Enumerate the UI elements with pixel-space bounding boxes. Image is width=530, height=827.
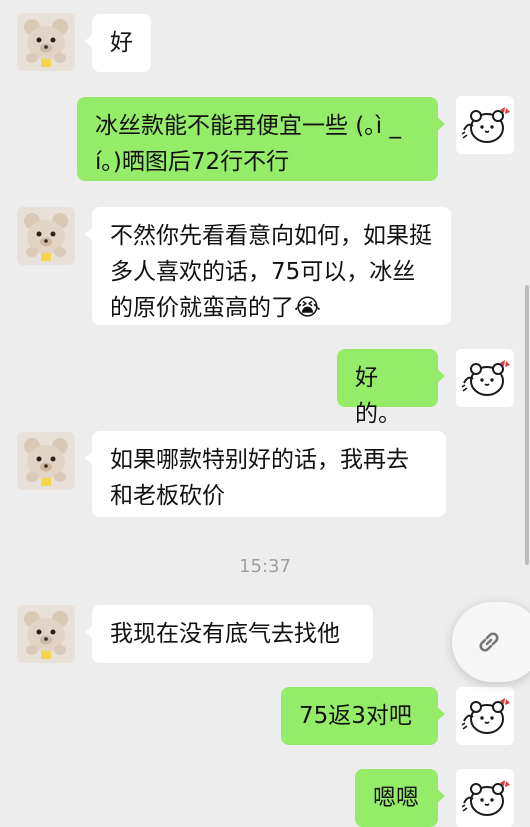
message-bubble[interactable]: 75返3对吧 — [281, 687, 445, 745]
message-bubble[interactable]: 冰丝款能不能再便宜一些 (｡ì _ í｡)晒图后72行不行 — [77, 97, 445, 181]
message-bubble[interactable]: 我现在没有底气去找他 — [85, 605, 373, 663]
link-icon — [479, 632, 499, 652]
message-text: 好的。 — [355, 365, 401, 427]
contact-avatar[interactable] — [17, 605, 75, 663]
link-button[interactable] — [452, 602, 530, 682]
message-text: 75返3对吧 — [299, 703, 412, 729]
message-text: 我现在没有底气去找他 — [110, 621, 340, 647]
teddy-bear-avatar-icon — [17, 13, 75, 71]
cartoon-bear-avatar-icon — [456, 349, 514, 407]
message-text: 如果哪款特别好的话，我再去和老板砍价 — [110, 447, 409, 509]
message-bubble[interactable]: 不然你先看看意向如何，如果挺多人喜欢的话，75可以，冰丝的原价就蛮高的了😭 — [85, 207, 451, 325]
message-bubble[interactable]: 好 — [85, 14, 151, 72]
teddy-bear-avatar-icon — [17, 605, 75, 663]
teddy-bear-avatar-icon — [17, 207, 75, 265]
message-text: 好 — [110, 30, 133, 56]
cartoon-bear-avatar-icon — [456, 687, 514, 745]
self-avatar[interactable] — [456, 349, 514, 407]
scrollbar[interactable] — [525, 285, 529, 565]
message-text: 不然你先看看意向如何，如果挺多人喜欢的话，75可以，冰丝的原价就蛮高的了😭 — [110, 223, 432, 321]
cartoon-bear-avatar-icon — [456, 96, 514, 154]
message-bubble[interactable]: 如果哪款特别好的话，我再去和老板砍价 — [85, 431, 446, 517]
message-bubble[interactable]: 嗯嗯 — [355, 769, 445, 827]
self-avatar[interactable] — [456, 96, 514, 154]
message-bubble[interactable]: 好的。 — [337, 349, 445, 427]
self-avatar[interactable] — [456, 687, 514, 745]
chat-timestamp: 15:37 — [239, 556, 291, 577]
teddy-bear-avatar-icon — [17, 432, 75, 490]
contact-avatar[interactable] — [17, 13, 75, 71]
contact-avatar[interactable] — [17, 432, 75, 490]
cartoon-bear-avatar-icon — [456, 769, 514, 827]
contact-avatar[interactable] — [17, 207, 75, 265]
message-text: 嗯嗯 — [373, 785, 419, 811]
message-text: 冰丝款能不能再便宜一些 (｡ì _ í｡)晒图后72行不行 — [95, 113, 401, 175]
self-avatar[interactable] — [456, 769, 514, 827]
